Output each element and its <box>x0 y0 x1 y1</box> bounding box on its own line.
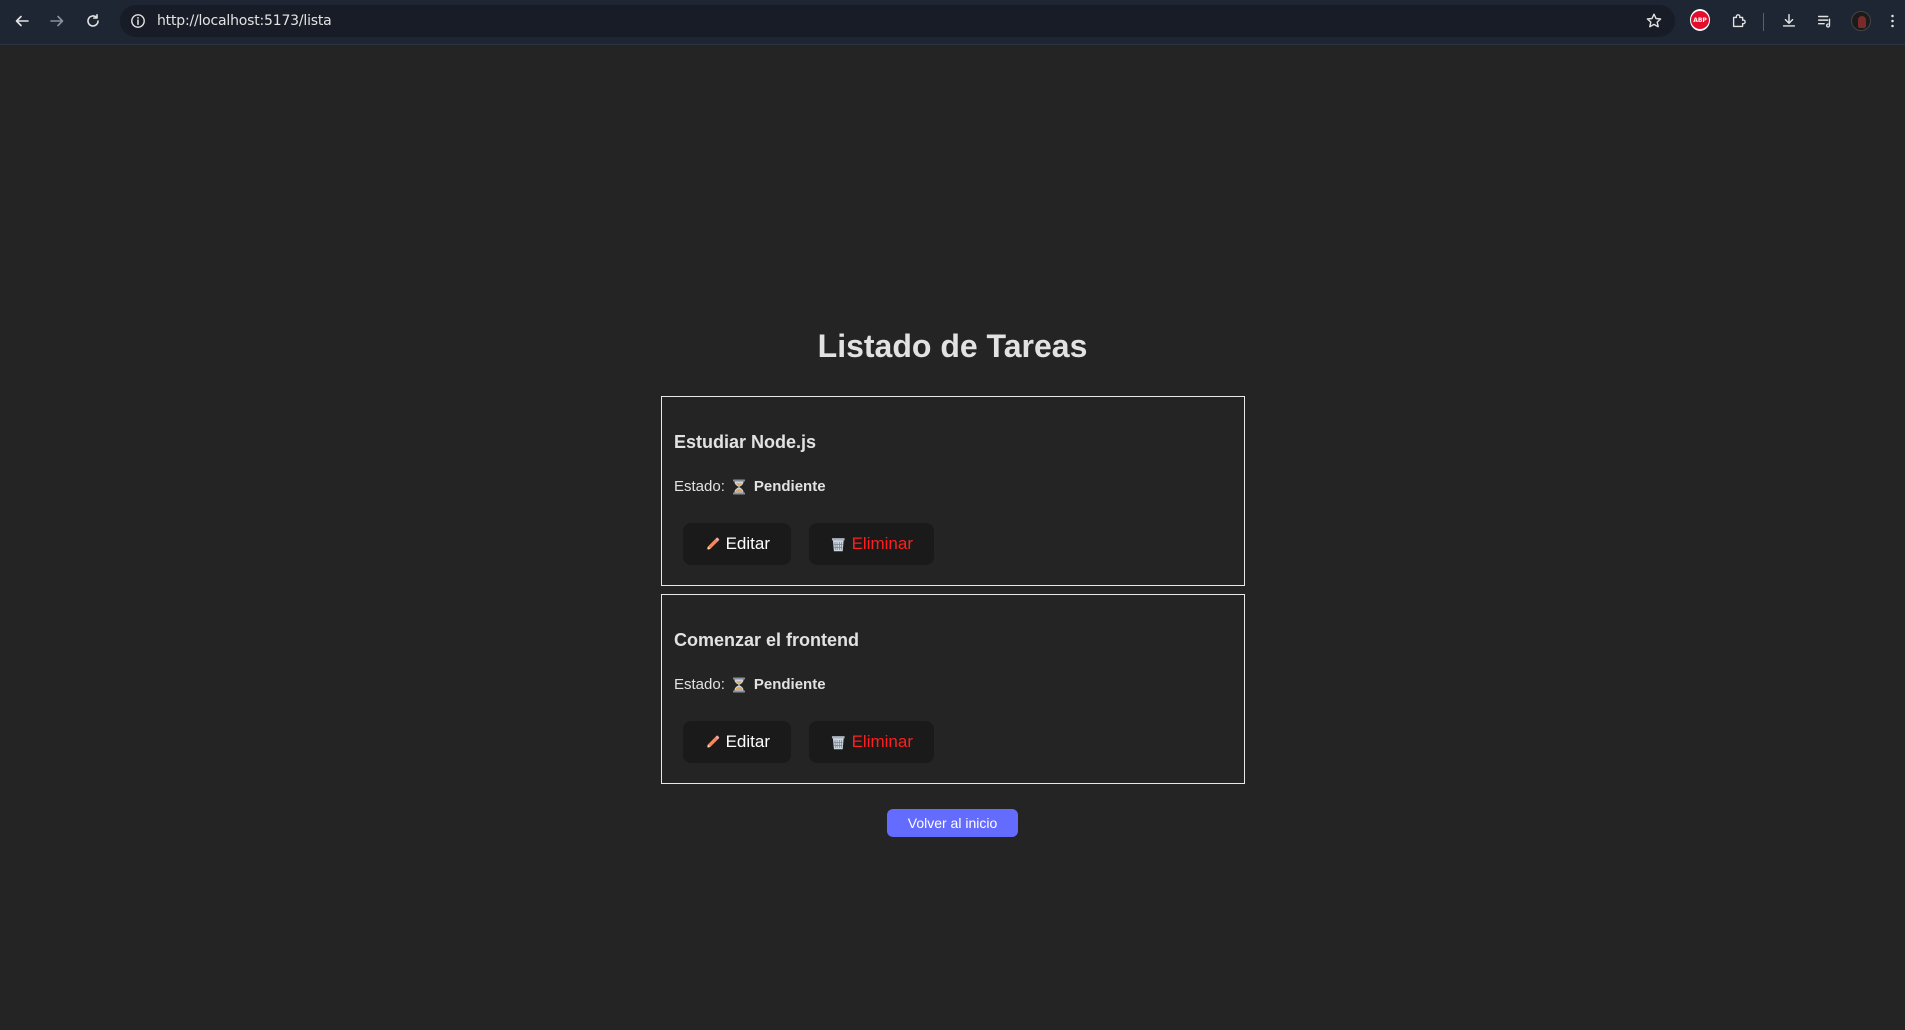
delete-button-label: Eliminar <box>851 534 913 553</box>
task-card: Estudiar Node.js Estado: Pendiente Edita… <box>661 396 1245 586</box>
forward-icon[interactable] <box>46 10 68 32</box>
wastebasket-icon <box>831 735 845 749</box>
hourglass-icon <box>732 677 745 692</box>
pencil-icon <box>706 735 720 748</box>
download-icon[interactable] <box>1779 11 1799 31</box>
bookmark-star-icon[interactable] <box>1645 12 1663 30</box>
delete-button[interactable]: Eliminar <box>809 721 934 763</box>
extensions-puzzle-icon[interactable] <box>1729 11 1749 31</box>
adblock-extension-icon[interactable]: ABP <box>1690 9 1710 31</box>
back-to-home-button[interactable]: Volver al inicio <box>887 809 1018 837</box>
reading-list-icon[interactable] <box>1815 11 1835 31</box>
task-title: Comenzar el frontend <box>674 630 860 650</box>
task-status: Estado: Pendiente <box>674 478 826 495</box>
profile-avatar[interactable] <box>1851 11 1871 31</box>
address-bar[interactable]: http://localhost:5173/lista <box>120 5 1675 37</box>
task-card: Comenzar el frontend Estado: Pendiente E… <box>661 594 1245 784</box>
browser-toolbar: http://localhost:5173/lista ABP <box>0 0 1905 45</box>
edit-button[interactable]: Editar <box>683 721 791 763</box>
edit-button-label: Editar <box>725 732 770 751</box>
task-title: Estudiar Node.js <box>674 432 817 452</box>
adblock-label: ABP <box>1691 11 1709 29</box>
menu-kebab-icon[interactable] <box>1886 11 1898 31</box>
edit-button-label: Editar <box>725 534 770 553</box>
url-text[interactable]: http://localhost:5173/lista <box>157 13 332 29</box>
delete-button[interactable]: Eliminar <box>809 523 934 565</box>
toolbar-separator <box>1763 13 1764 31</box>
hourglass-icon <box>732 479 745 494</box>
back-icon[interactable] <box>11 10 33 32</box>
task-status: Estado: Pendiente <box>674 676 826 693</box>
delete-button-label: Eliminar <box>851 732 913 751</box>
page-title: Listado de Tareas <box>817 328 1088 364</box>
status-value: Pendiente <box>753 676 826 693</box>
edit-button[interactable]: Editar <box>683 523 791 565</box>
pencil-icon <box>706 537 720 550</box>
reload-icon[interactable] <box>82 10 104 32</box>
status-label: Estado: <box>674 478 725 495</box>
status-label: Estado: <box>674 676 725 693</box>
wastebasket-icon <box>831 537 845 551</box>
site-info-icon[interactable] <box>130 13 146 29</box>
status-value: Pendiente <box>753 478 826 495</box>
